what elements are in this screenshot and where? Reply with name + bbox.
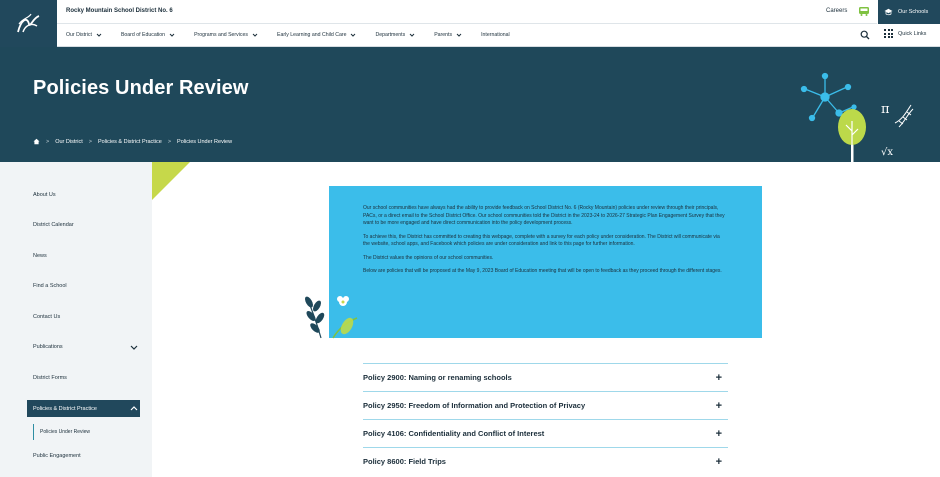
intro-paragraph: The District values the opinions of our … — [363, 254, 494, 261]
intro-paragraph: To achieve this, the District has commit… — [363, 233, 720, 248]
nav-item-label: Parents — [434, 32, 453, 38]
careers-link[interactable]: Careers — [826, 8, 847, 14]
site-header: Rocky Mountain School District No. 6 Car… — [0, 0, 940, 47]
plus-icon[interactable]: + — [716, 372, 722, 384]
chevron-down-icon[interactable] — [130, 344, 138, 351]
district-logo-icon — [16, 13, 39, 32]
policy-accordion-item[interactable]: Policy 4106: Confidentiality and Conflic… — [363, 419, 728, 447]
nav-item-programs-and-services[interactable]: Programs and Services — [194, 32, 258, 38]
sidebar-item-public-engagement[interactable]: Public Engagement — [33, 453, 81, 459]
policy-accordion-item[interactable]: Policy 2950: Freedom of Information and … — [363, 391, 728, 419]
nav-item-early-learning[interactable]: Early Learning and Child Care — [277, 32, 357, 38]
our-schools-button[interactable]: Our Schools — [878, 0, 940, 24]
sidebar-item-about-us[interactable]: About Us — [33, 192, 56, 198]
district-logo[interactable] — [0, 0, 57, 47]
accent-triangle — [152, 162, 190, 200]
leaf-illustration — [305, 296, 358, 339]
grid-icon — [884, 29, 893, 38]
intro-paragraph: Below are policies that will be proposed… — [363, 268, 722, 274]
plus-icon[interactable]: + — [716, 400, 722, 412]
nav-item-label: Board of Education — [120, 32, 166, 38]
nav-item-parents[interactable]: Parents — [434, 32, 462, 38]
breadcrumb-separator: > — [167, 138, 172, 145]
chevron-down-icon — [351, 33, 356, 37]
policy-accordion-item[interactable]: Policy 2900: Naming or renaming schools … — [363, 363, 728, 391]
chevron-down-icon — [456, 33, 462, 37]
sidebar-item-contact-us[interactable]: Contact Us — [33, 314, 60, 320]
quick-links-label: Quick Links — [898, 30, 927, 37]
search-icon[interactable] — [860, 30, 870, 40]
breadcrumb: > Our District > Policies & District Pra… — [33, 138, 232, 145]
sidebar-item-policies-district-practice[interactable]: Policies & District Practice — [27, 400, 140, 417]
plus-icon[interactable]: + — [716, 428, 722, 440]
sidebar-item-district-calendar[interactable]: District Calendar — [33, 222, 74, 228]
hero-banner: Policies Under Review > Our District > P… — [0, 47, 940, 162]
our-schools-label: Our Schools — [898, 9, 929, 15]
breadcrumb-separator: > — [88, 138, 92, 145]
quick-links-button[interactable]: Quick Links — [884, 29, 926, 38]
policy-title: Policy 4106: Confidentiality and Conflic… — [363, 429, 545, 438]
school-bus-icon[interactable] — [858, 5, 870, 17]
intro-paragraph: Our school communities have always had t… — [363, 205, 725, 226]
home-icon[interactable] — [33, 138, 40, 145]
breadcrumb-item[interactable]: Policies & District Practice — [98, 139, 162, 145]
tree-icon — [838, 109, 866, 162]
plus-icon[interactable]: + — [716, 456, 722, 468]
chevron-down-icon — [252, 33, 258, 37]
science-illustration: π √x — [800, 72, 914, 162]
sidebar-subitem-policies-under-review[interactable]: Policies Under Review — [33, 424, 140, 440]
pi-icon: π — [881, 102, 890, 117]
chevron-down-icon — [409, 33, 415, 37]
chevron-down-icon — [96, 33, 102, 37]
nav-item-label: International — [481, 32, 510, 38]
policy-title: Policy 8600: Field Trips — [363, 457, 446, 466]
nav-item-label: Early Learning and Child Care — [276, 32, 347, 38]
chevron-up-icon[interactable] — [130, 405, 138, 412]
nav-item-departments[interactable]: Departments — [375, 32, 415, 38]
nav-item-label: Our District — [66, 32, 92, 38]
school-icon — [884, 8, 893, 16]
dna-icon — [894, 104, 914, 128]
breadcrumb-item-current: Policies Under Review — [177, 138, 233, 145]
sidebar-item-find-a-school[interactable]: Find a School — [33, 283, 67, 289]
sidebar-item-district-forms[interactable]: District Forms — [33, 375, 67, 381]
policy-title: Policy 2900: Naming or renaming schools — [363, 373, 512, 382]
sidebar-item-news[interactable]: News — [33, 253, 47, 259]
sidebar-item-publications[interactable]: Publications — [33, 344, 63, 350]
page-title: Policies Under Review — [33, 77, 249, 99]
chevron-down-icon — [169, 33, 175, 37]
policy-title: Policy 2950: Freedom of Information and … — [363, 401, 586, 410]
square-root-icon: √x — [881, 147, 893, 158]
breadcrumb-item[interactable]: Our District — [55, 139, 83, 145]
sidebar-nav: About Us District Calendar News Find a S… — [0, 162, 152, 477]
nav-item-label: Programs and Services — [194, 32, 248, 38]
nav-item-our-district[interactable]: Our District — [66, 32, 102, 38]
intro-panel: Our school communities have always had t… — [329, 186, 762, 338]
district-name[interactable]: Rocky Mountain School District No. 6 — [66, 8, 173, 14]
breadcrumb-separator: > — [46, 138, 50, 145]
nav-item-international[interactable]: International — [481, 32, 510, 38]
nav-item-label: Departments — [375, 32, 406, 38]
policy-accordion-item[interactable]: Policy 8600: Field Trips + — [363, 447, 728, 475]
nav-item-board-of-education[interactable]: Board of Education — [121, 32, 175, 38]
sidebar-item-label: Policies & District Practice — [33, 405, 97, 412]
main-nav: Our District Board of Education Programs… — [66, 30, 529, 40]
policies-accordion: Policy 2900: Naming or renaming schools … — [363, 363, 728, 475]
header-divider — [57, 23, 877, 24]
sidebar-subitem-label: Policies Under Review — [40, 429, 91, 435]
